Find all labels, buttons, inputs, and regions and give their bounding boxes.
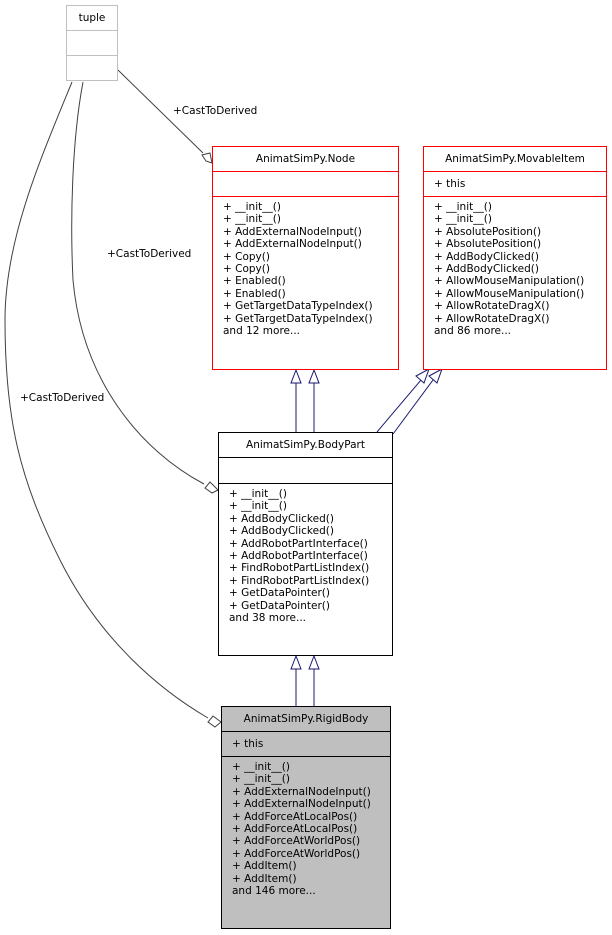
operation: + GetDataPointer() [229,599,330,612]
inherit-arrow-icon [290,368,302,384]
edge-label-tuple-rigidbody: +CastToDerived [20,392,105,404]
operation: + __init__() [434,213,492,226]
operation: + AbsolutePosition() [434,238,542,251]
operation: + FindRobotPartListIndex() [229,562,370,575]
class-rigid-body[interactable]: AnimatSimPy.RigidBody + this + __init__(… [221,706,391,929]
operation: + AddItem() [232,872,297,885]
class-operations: + __init__() + __init__() + AddExternalN… [213,197,398,337]
operation: + AllowRotateDragX() [434,300,550,313]
operation: + AddBodyClicked() [229,512,334,525]
class-attributes [67,31,117,56]
inherit-arrow-icon [428,367,443,384]
operation: + AddForceAtLocalPos() [232,810,358,823]
class-name: tuple [67,6,117,31]
operation: + FindRobotPartListIndex() [229,574,370,587]
operation: + AddRobotPartInterface() [229,537,368,550]
operation: + GetTargetDataTypeIndex() [223,300,373,313]
operation: + GetTargetDataTypeIndex() [223,312,373,325]
inherit-arrow-icon [308,368,320,384]
edge-label-tuple-bodypart: +CastToDerived [107,248,192,260]
more-operations: and 38 more... [229,612,307,625]
attribute: + this [434,178,466,190]
operation: + AddExternalNodeInput() [223,225,362,238]
attribute: + this [232,738,264,750]
operation: + __init__() [232,773,290,786]
edge-tuple-bodypart [71,81,205,485]
inherit-arrow-icon [415,367,430,384]
operation: + AddForceAtWorldPos() [232,847,361,860]
class-operations [67,56,117,60]
class-name: AnimatSimPy.BodyPart [219,433,392,458]
diamond-node-icon [201,152,213,164]
edge-bodypart-movable-2 [392,379,434,435]
operation: + AddBodyClicked() [434,250,539,263]
operation: + AddExternalNodeInput() [223,238,362,251]
operation: + AddBodyClicked() [229,525,334,538]
operation: + AddItem() [232,860,297,873]
class-name: AnimatSimPy.Node [213,147,398,172]
operation: + AllowMouseManipulation() [434,275,585,288]
operation: + AllowMouseManipulation() [434,287,585,300]
class-attributes [213,172,398,197]
diamond-rigidbody-icon [207,715,222,728]
operation: + __init__() [232,761,290,773]
more-operations: and 146 more... [232,885,316,898]
class-operations: + __init__() + __init__() + AddExternalN… [222,757,390,897]
operation: + AbsolutePosition() [434,225,542,238]
operation: + Enabled() [223,287,286,300]
operation: + AddForceAtWorldPos() [232,835,361,848]
operation: + AddExternalNodeInput() [232,785,371,798]
more-operations: and 86 more... [434,325,512,338]
operation: + AddRobotPartInterface() [229,550,368,563]
class-name: AnimatSimPy.RigidBody [222,707,390,732]
class-attributes: + this [424,172,606,197]
operation: + __init__() [223,201,281,213]
operation: + AddForceAtLocalPos() [232,823,358,836]
class-operations: + __init__() + __init__() + AddBodyClick… [219,484,392,624]
operation: + AddBodyClicked() [434,263,539,276]
class-body-part[interactable]: AnimatSimPy.BodyPart + __init__() + __in… [218,432,393,656]
operation: + AddExternalNodeInput() [232,798,371,811]
class-operations: + __init__() + __init__() + AbsolutePosi… [424,197,606,337]
operation: + AllowRotateDragX() [434,312,550,325]
edge-bodypart-movable-1 [376,379,422,433]
class-node[interactable]: AnimatSimPy.Node + __init__() + __init__… [212,146,399,370]
inherit-arrow-icon [290,654,302,670]
class-name: AnimatSimPy.MovableItem [424,147,606,172]
edge-label-tuple-node: +CastToDerived [173,105,258,117]
operation: + __init__() [434,201,492,213]
operation: + Copy() [223,250,270,263]
operation: + __init__() [229,488,287,500]
operation: + __init__() [229,500,287,513]
operation: + Enabled() [223,275,286,288]
diamond-bodypart-icon [204,481,219,494]
class-attributes: + this [222,732,390,757]
operation: + Copy() [223,263,270,276]
class-movable-item[interactable]: AnimatSimPy.MovableItem + this + __init_… [423,146,607,370]
more-operations: and 12 more... [223,325,301,338]
inherit-arrow-icon [308,654,320,670]
operation: + __init__() [223,213,281,226]
class-attributes [219,458,392,484]
operation: + GetDataPointer() [229,587,330,600]
class-tuple[interactable]: tuple [66,5,118,81]
